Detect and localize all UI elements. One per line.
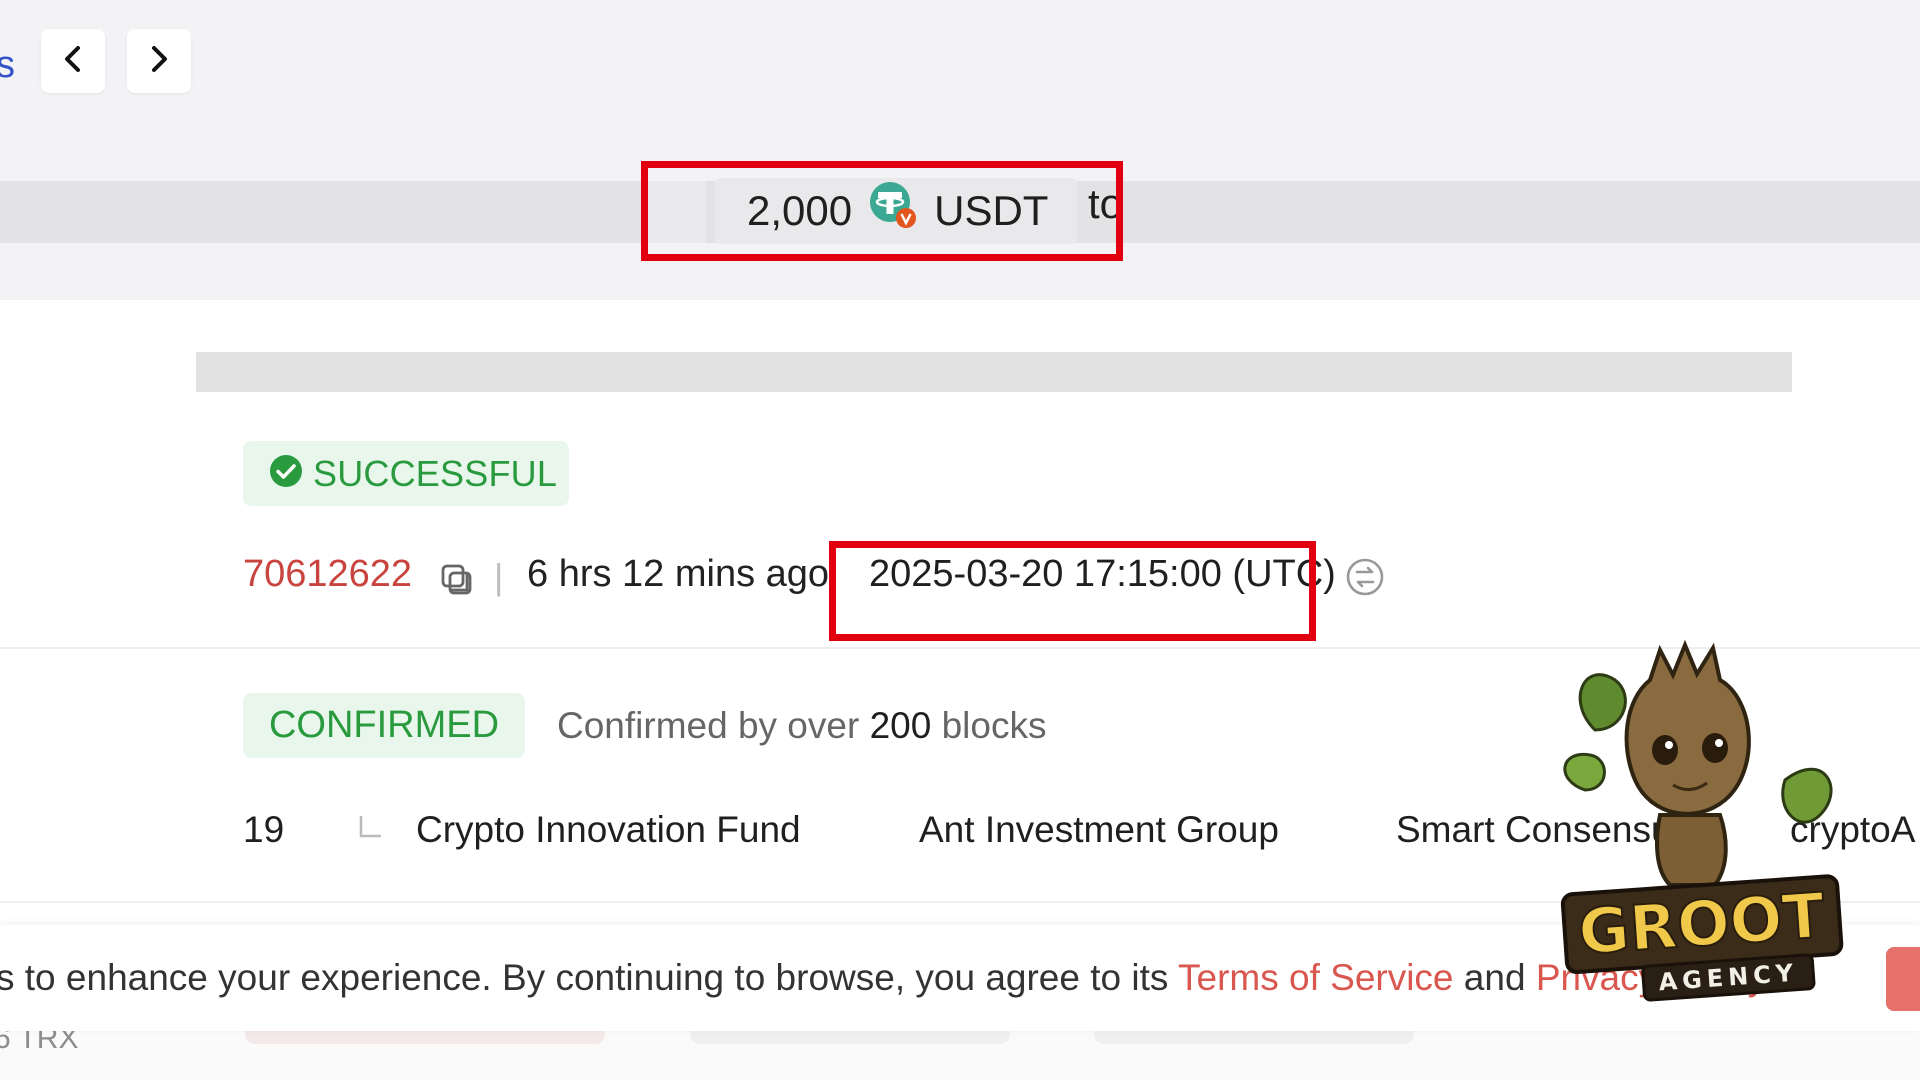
header-left-fragment: s [0, 44, 15, 86]
forward-button[interactable] [127, 29, 191, 93]
meta-separator: | [494, 556, 504, 597]
groot-agency-watermark: GROOT AGENCY [1555, 639, 1855, 1015]
confirmed-badge: CONFIRMED [243, 693, 525, 758]
cookie-text: s to enhance your experience. By continu… [0, 957, 1169, 998]
status-badge: SUCCESSFUL [243, 441, 569, 506]
copy-icon[interactable] [440, 563, 474, 602]
terms-of-service-link[interactable]: Terms of Service [1178, 957, 1454, 998]
cookie-accept-button[interactable] [1886, 947, 1920, 1011]
clock-convert-icon[interactable] [1345, 557, 1385, 602]
sr-name-link[interactable]: Ant Investment Group [919, 809, 1279, 851]
cookie-message: s to enhance your experience. By continu… [0, 957, 1774, 999]
sr-name-link[interactable]: Crypto Innovation Fund [416, 809, 801, 851]
confirmation-block-count: 200 [869, 705, 932, 746]
chevron-left-icon [60, 44, 86, 79]
status-result-text: SUCCESSFUL [313, 452, 558, 494]
timestamp-highlight-box [829, 541, 1316, 641]
confirmation-desc-suffix: blocks [941, 705, 1047, 746]
transaction-age: 6 hrs 12 mins ago [527, 553, 830, 595]
confirmation-description: Confirmed by over 200 blocks [557, 705, 1046, 747]
confirmation-desc-prefix: Confirmed by over [557, 705, 860, 746]
block-number-link[interactable]: 70612622 [243, 553, 412, 596]
amount-highlight-box [641, 161, 1123, 261]
sr-count: 19 [243, 809, 285, 850]
back-button[interactable] [41, 29, 105, 93]
cookie-and: and [1463, 957, 1526, 998]
sr-indent-icon [356, 812, 386, 847]
loading-placeholder-bar [196, 352, 1792, 392]
chevron-right-icon [146, 44, 172, 79]
check-circle-icon [269, 454, 303, 493]
